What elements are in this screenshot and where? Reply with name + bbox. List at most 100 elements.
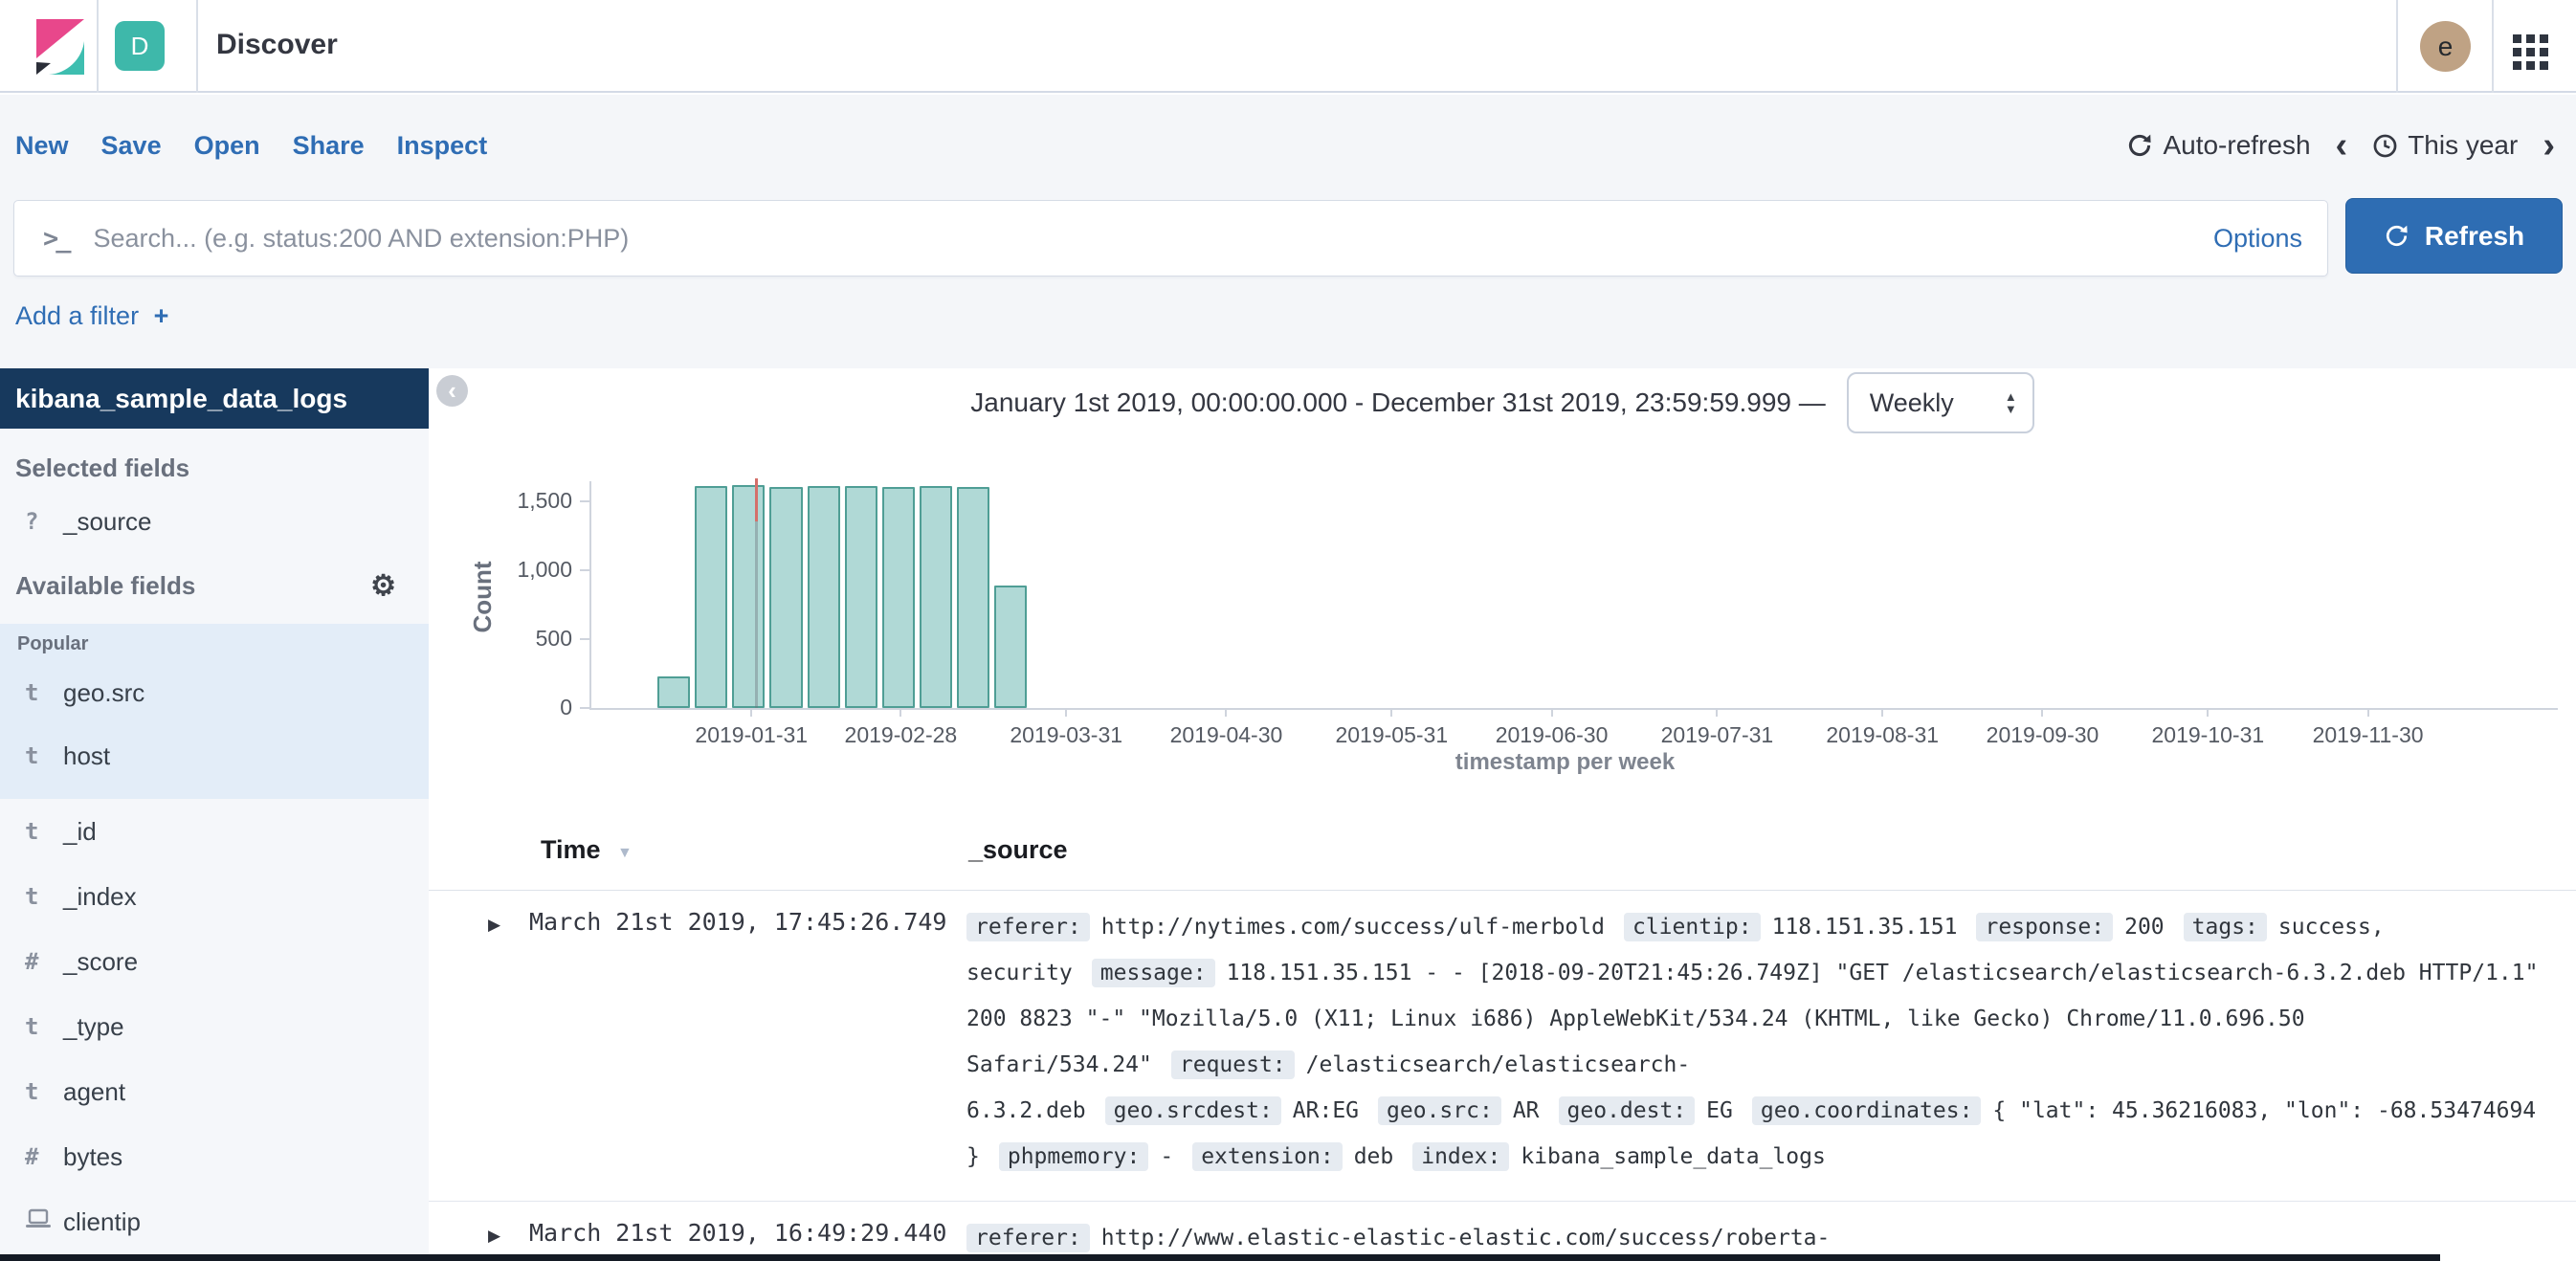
x-tick-label: 2019-01-31 xyxy=(665,722,837,748)
field-name: bytes xyxy=(63,1142,122,1172)
add-filter-button[interactable]: Add a filter + xyxy=(15,301,168,331)
x-tick-label: 2019-11-30 xyxy=(2282,722,2454,748)
x-tick-label: 2019-10-31 xyxy=(2121,722,2294,748)
auto-refresh-button[interactable]: Auto-refresh xyxy=(2126,130,2310,161)
nav-links: New Save Open Share Inspect xyxy=(0,131,487,161)
field-name-chip: message: xyxy=(1092,959,1215,987)
divider xyxy=(2492,0,2494,93)
y-tick-label: 1,000 xyxy=(448,557,572,583)
refresh-icon xyxy=(2126,132,2153,159)
field-name: _source xyxy=(63,507,152,537)
nav-link-new[interactable]: New xyxy=(15,131,69,161)
x-tick-mark xyxy=(1225,708,1227,717)
histogram-bar[interactable] xyxy=(657,676,690,708)
histogram-bar[interactable] xyxy=(845,486,877,708)
x-axis-line xyxy=(589,708,2558,710)
field-name-chip: response: xyxy=(1976,913,2113,941)
x-tick-mark xyxy=(1390,708,1392,717)
field-name-chip: referer: xyxy=(966,913,1090,941)
histogram-bar[interactable] xyxy=(882,487,915,708)
index-pattern-selector[interactable]: kibana_sample_data_logs xyxy=(0,368,429,429)
nav-link-save[interactable]: Save xyxy=(101,131,162,161)
field-name-chip: request: xyxy=(1171,1051,1295,1079)
field-item-clientip[interactable]: clientip xyxy=(0,1189,429,1254)
field-item-bytes[interactable]: #bytes xyxy=(0,1124,429,1189)
options-button[interactable]: Options xyxy=(2213,224,2302,254)
bottom-edge-strip xyxy=(0,1254,2440,1261)
field-item-index[interactable]: t_index xyxy=(0,864,429,929)
x-tick-label: 2019-04-30 xyxy=(1140,722,1312,748)
x-tick-label: 2019-03-31 xyxy=(980,722,1152,748)
add-filter-label: Add a filter xyxy=(15,301,139,330)
field-item-type[interactable]: t_type xyxy=(0,994,429,1059)
field-value: - xyxy=(1160,1144,1173,1169)
time-controls: Auto-refresh ‹ This year › xyxy=(2126,122,2555,169)
available-fields-heading: Available fields ⚙ xyxy=(15,569,413,603)
number-field-icon: # xyxy=(25,1143,63,1170)
nav-link-inspect[interactable]: Inspect xyxy=(397,131,488,161)
refresh-button[interactable]: Refresh xyxy=(2345,198,2563,274)
doc-source: referer: http://nytimes.com/success/ulf-m… xyxy=(966,904,2559,1180)
field-name: _type xyxy=(63,1012,124,1042)
time-range-button[interactable]: This year xyxy=(2372,130,2518,161)
x-tick-mark xyxy=(2367,708,2369,717)
expand-row-icon[interactable]: ▶ xyxy=(488,916,500,935)
doc-timestamp: March 21st 2019, 16:49:29.440 xyxy=(529,1219,947,1247)
histogram-bar[interactable] xyxy=(994,586,1027,708)
text-field-icon: t xyxy=(25,742,63,769)
field-name-chip: tags: xyxy=(2184,913,2267,941)
table-row: ▶March 21st 2019, 17:45:26.749referer:ht… xyxy=(429,891,2576,1201)
user-avatar[interactable]: e xyxy=(2420,21,2471,72)
field-value: http://nytimes.com/success/ulf-merbold xyxy=(1101,915,1605,940)
text-field-icon: t xyxy=(25,818,63,845)
auto-refresh-label: Auto-refresh xyxy=(2163,130,2310,161)
expand-row-icon[interactable]: ▶ xyxy=(488,1227,500,1246)
ip-field-icon xyxy=(25,1208,63,1235)
x-tick-mark xyxy=(1716,708,1718,717)
nav-row: New Save Open Share Inspect Auto-refresh ‹ T… xyxy=(0,122,2576,169)
number-field-icon: # xyxy=(25,948,63,975)
y-tick-label: 0 xyxy=(448,695,572,720)
field-name: _index xyxy=(63,882,137,912)
sort-down-icon[interactable]: ▼ xyxy=(617,845,633,862)
field-name-chip: index: xyxy=(1412,1142,1509,1171)
divider xyxy=(97,0,99,93)
field-item-host[interactable]: thost xyxy=(0,724,429,787)
field-settings-gear-icon[interactable]: ⚙ xyxy=(370,569,396,603)
field-item-agent[interactable]: tagent xyxy=(0,1059,429,1124)
y-tick-mark xyxy=(580,569,589,571)
kibana-logo-icon[interactable] xyxy=(36,19,84,75)
field-name-chip: referer: xyxy=(966,1224,1090,1252)
field-name: _id xyxy=(63,817,97,847)
text-field-icon: t xyxy=(25,679,63,706)
nav-link-open[interactable]: Open xyxy=(194,131,260,161)
x-tick-mark xyxy=(899,708,901,717)
x-tick-label: 2019-09-30 xyxy=(1956,722,2128,748)
apps-grid-icon[interactable] xyxy=(2513,34,2553,75)
histogram-bar[interactable] xyxy=(769,487,802,708)
main-content: ‹ January 1st 2019, 00:00:00.000 - Decem… xyxy=(429,368,2576,1261)
x-tick-label: 2019-07-31 xyxy=(1631,722,1803,748)
available-fields-list: t_idt_index#_scoret_typetagent#bytesclie… xyxy=(0,799,429,1261)
histogram-bar[interactable] xyxy=(808,486,840,708)
search-input[interactable]: >_ Search... (e.g. status:200 AND extens… xyxy=(13,200,2328,277)
nav-link-share[interactable]: Share xyxy=(293,131,365,161)
field-value: AR:EG xyxy=(1293,1098,1359,1123)
collapse-sidebar-button[interactable]: ‹ xyxy=(436,375,468,407)
field-item-source[interactable]: ?_source xyxy=(0,498,429,544)
field-item-geo.src[interactable]: tgeo.src xyxy=(0,661,429,724)
field-item-score[interactable]: #_score xyxy=(0,929,429,994)
time-column-header[interactable]: Time xyxy=(541,835,601,865)
text-field-icon: t xyxy=(25,883,63,910)
field-name-chip: extension: xyxy=(1192,1142,1342,1171)
field-item-id[interactable]: t_id xyxy=(0,799,429,864)
y-tick-mark xyxy=(580,500,589,502)
time-forward-icon[interactable]: › xyxy=(2543,126,2555,165)
histogram-bar[interactable] xyxy=(695,486,727,708)
discover-app-badge[interactable]: D xyxy=(115,21,165,71)
time-back-icon[interactable]: ‹ xyxy=(2336,126,2348,165)
histogram-bar[interactable] xyxy=(732,485,765,708)
x-tick-mark xyxy=(1881,708,1883,717)
histogram-bar[interactable] xyxy=(920,486,952,708)
histogram-bar[interactable] xyxy=(957,487,989,708)
